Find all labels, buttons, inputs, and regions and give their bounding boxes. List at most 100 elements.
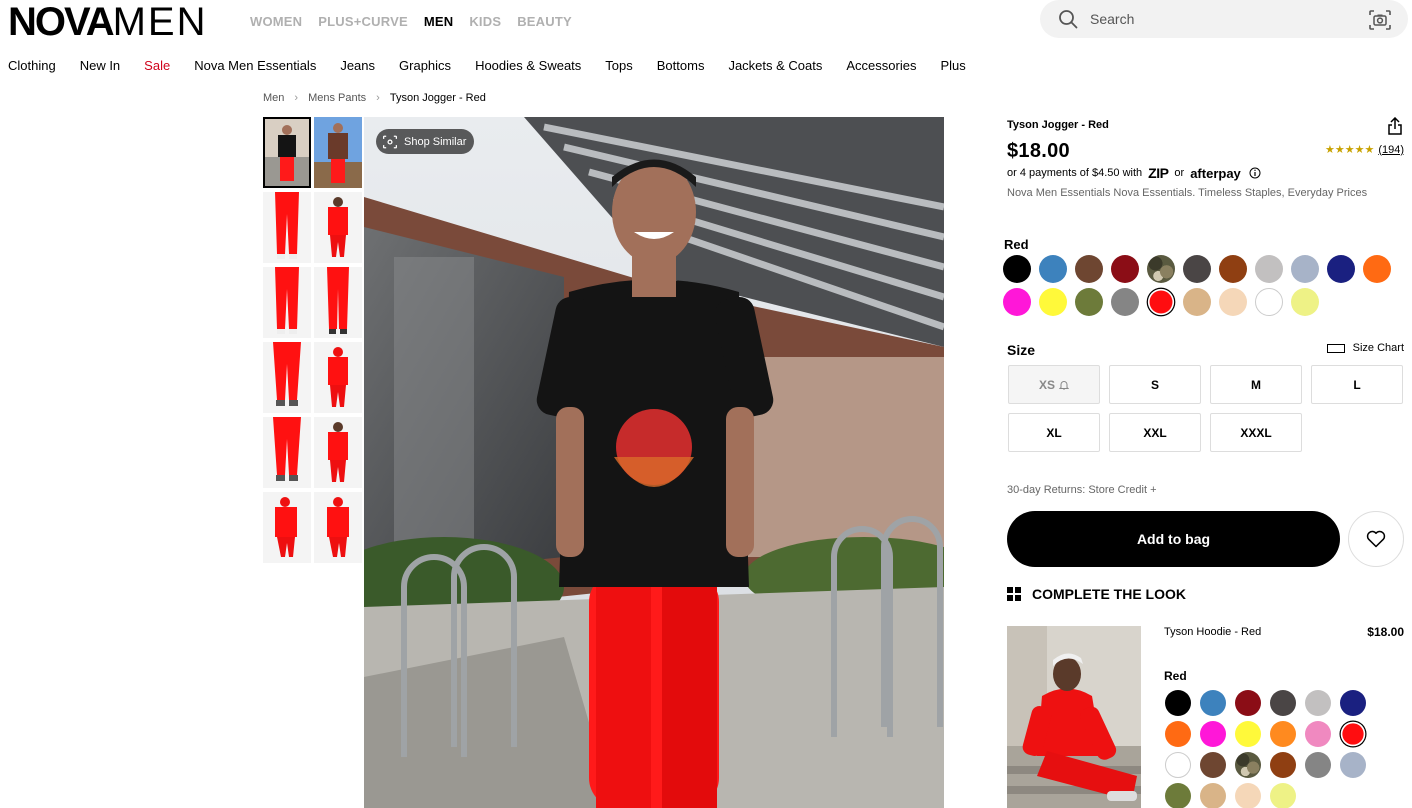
size-option-xxl[interactable]: XXL [1109, 413, 1201, 452]
thumbnail-image[interactable] [263, 342, 311, 413]
category-nav-item[interactable]: Accessories [846, 58, 916, 73]
color-swatch[interactable] [1111, 288, 1139, 316]
main-nav-beauty[interactable]: BEAUTY [517, 14, 572, 29]
category-nav-item[interactable]: Jeans [340, 58, 375, 73]
search-bar[interactable] [1040, 0, 1408, 38]
look-item-image[interactable] [1007, 626, 1141, 808]
zip-logo[interactable]: ZIP [1148, 165, 1169, 181]
thumbnail-image[interactable] [314, 117, 362, 188]
color-swatch[interactable] [1183, 288, 1211, 316]
review-count[interactable]: (194) [1378, 144, 1404, 156]
thumbnail-image[interactable] [314, 492, 362, 563]
size-option-xl[interactable]: XL [1008, 413, 1100, 452]
rating[interactable]: ★★★★★ (194) [1325, 143, 1404, 157]
category-nav-item[interactable]: Nova Men Essentials [194, 58, 316, 73]
category-nav-item[interactable]: New In [80, 58, 120, 73]
color-swatch[interactable] [1255, 255, 1283, 283]
wishlist-button[interactable] [1348, 511, 1404, 567]
color-swatch[interactable] [1165, 690, 1191, 716]
color-swatch[interactable] [1235, 752, 1261, 778]
info-icon[interactable] [1249, 167, 1261, 179]
color-swatch[interactable] [1291, 255, 1319, 283]
category-nav-item[interactable]: Bottoms [657, 58, 705, 73]
color-swatch[interactable] [1200, 690, 1226, 716]
size-option-s[interactable]: S [1109, 365, 1201, 404]
color-swatch[interactable] [1291, 288, 1319, 316]
color-swatch[interactable] [1003, 288, 1031, 316]
color-swatch[interactable] [1219, 288, 1247, 316]
main-nav-women[interactable]: WOMEN [250, 14, 302, 29]
camera-search-icon[interactable] [1368, 9, 1392, 31]
size-option-xs[interactable]: XS [1008, 365, 1100, 404]
color-swatch[interactable] [1305, 752, 1331, 778]
color-swatch[interactable] [1039, 288, 1067, 316]
afterpay-logo[interactable]: afterpay [1190, 166, 1241, 181]
color-swatch[interactable] [1305, 721, 1331, 747]
color-swatch[interactable] [1200, 752, 1226, 778]
color-swatch[interactable] [1270, 690, 1296, 716]
nova-men-logo[interactable]: NOVA MEN [8, 2, 208, 42]
main-nav-plus-curve[interactable]: PLUS+CURVE [318, 14, 408, 29]
color-swatch[interactable] [1149, 290, 1173, 314]
thumbnail-image[interactable] [263, 492, 311, 563]
category-nav-item[interactable]: Hoodies & Sweats [475, 58, 581, 73]
star-rating-icon: ★★★★★ [1325, 144, 1375, 156]
color-swatch[interactable] [1340, 752, 1366, 778]
color-swatch[interactable] [1075, 288, 1103, 316]
size-option-xxxl[interactable]: XXXL [1210, 413, 1302, 452]
color-swatch[interactable] [1183, 255, 1211, 283]
color-swatch[interactable] [1075, 255, 1103, 283]
category-nav-item[interactable]: Graphics [399, 58, 451, 73]
main-nav-kids[interactable]: KIDS [469, 14, 501, 29]
main-product-image[interactable]: Shop Similar [364, 117, 944, 808]
size-chart-label: Size Chart [1352, 342, 1404, 354]
color-swatch[interactable] [1340, 690, 1366, 716]
color-swatch[interactable] [1200, 783, 1226, 808]
thumbnail-image[interactable] [263, 267, 311, 338]
add-to-bag-button[interactable]: Add to bag [1007, 511, 1340, 567]
color-swatch[interactable] [1255, 288, 1283, 316]
color-swatch[interactable] [1219, 255, 1247, 283]
category-nav-item[interactable]: Clothing [8, 58, 56, 73]
size-option-m[interactable]: M [1210, 365, 1302, 404]
color-swatch[interactable] [1165, 783, 1191, 808]
thumbnail-image[interactable] [314, 192, 362, 263]
thumbnail-image[interactable] [314, 417, 362, 488]
color-swatch[interactable] [1235, 721, 1261, 747]
color-swatch[interactable] [1270, 752, 1296, 778]
color-swatch[interactable] [1235, 690, 1261, 716]
category-nav-item[interactable]: Tops [605, 58, 632, 73]
color-swatch[interactable] [1039, 255, 1067, 283]
thumbnail-image[interactable] [263, 117, 311, 188]
shop-similar-button[interactable]: Shop Similar [376, 129, 475, 154]
color-swatch[interactable] [1147, 255, 1175, 283]
category-nav-item[interactable]: Plus [940, 58, 965, 73]
color-swatch[interactable] [1342, 723, 1364, 745]
main-nav-men[interactable]: MEN [424, 14, 454, 29]
size-chart-link[interactable]: Size Chart [1326, 342, 1404, 354]
category-nav-item[interactable]: Sale [144, 58, 170, 73]
size-option-l[interactable]: L [1311, 365, 1403, 404]
breadcrumb-item[interactable]: Mens Pants [308, 92, 366, 104]
color-swatch[interactable] [1305, 690, 1331, 716]
look-item-name[interactable]: Tyson Hoodie - Red [1164, 626, 1261, 638]
breadcrumb-item[interactable]: Men [263, 92, 284, 104]
thumbnail-image[interactable] [314, 267, 362, 338]
thumbnail-image[interactable] [263, 192, 311, 263]
category-nav: Clothing New In Sale Nova Men Essentials Jea… [8, 58, 990, 73]
color-swatch[interactable] [1003, 255, 1031, 283]
color-swatch[interactable] [1270, 721, 1296, 747]
category-nav-item[interactable]: Jackets & Coats [728, 58, 822, 73]
thumbnail-image[interactable] [314, 342, 362, 413]
color-swatch[interactable] [1165, 721, 1191, 747]
color-swatch[interactable] [1270, 783, 1296, 808]
color-swatch[interactable] [1327, 255, 1355, 283]
color-swatch[interactable] [1235, 783, 1261, 808]
search-input[interactable] [1090, 9, 1350, 29]
color-swatch[interactable] [1363, 255, 1391, 283]
color-swatch[interactable] [1165, 752, 1191, 778]
share-icon[interactable] [1387, 117, 1403, 135]
color-swatch[interactable] [1111, 255, 1139, 283]
thumbnail-image[interactable] [263, 417, 311, 488]
color-swatch[interactable] [1200, 721, 1226, 747]
